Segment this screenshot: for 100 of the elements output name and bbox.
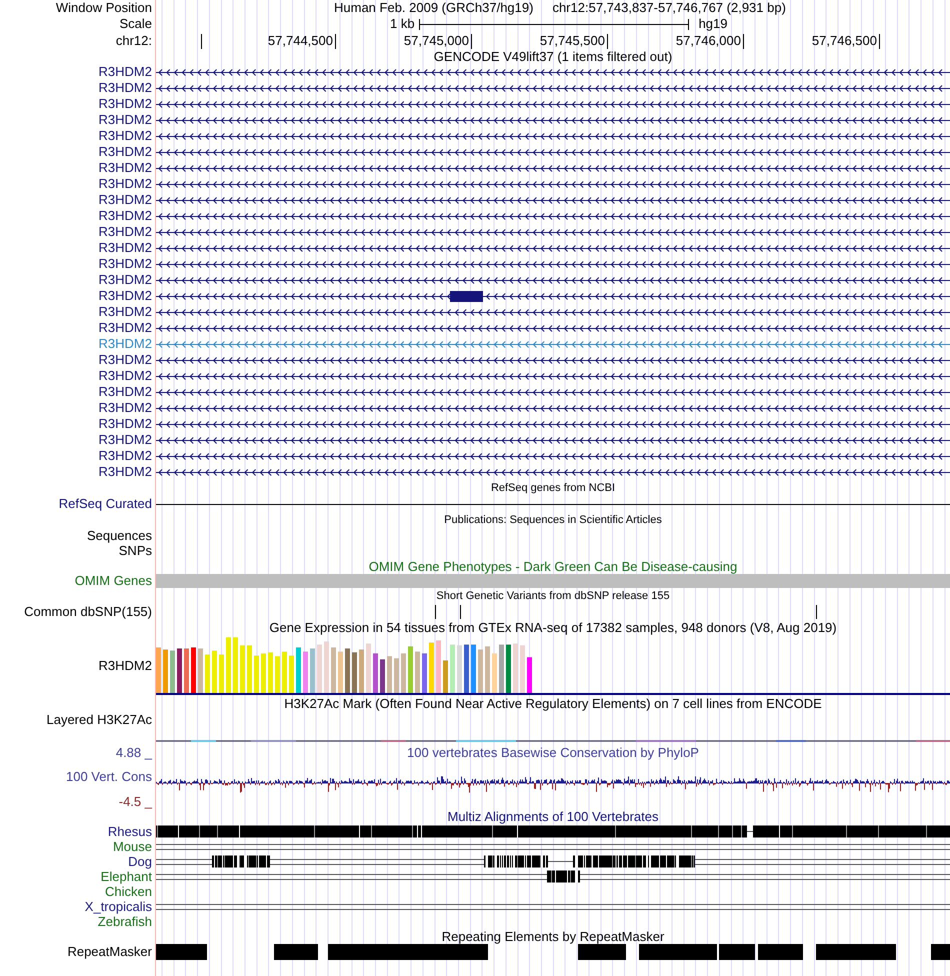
expression-bar [324, 641, 329, 693]
expression-bar [184, 648, 189, 693]
ruler-tick [471, 34, 472, 48]
expression-bar [366, 644, 371, 693]
gene-label[interactable]: R3HDM2 [98, 449, 152, 463]
expression-bar [338, 652, 343, 693]
gene-label[interactable]: R3HDM2 [98, 321, 152, 335]
track-label[interactable]: Common dbSNP(155) [24, 605, 152, 619]
expression-bar [415, 652, 420, 693]
gene-label[interactable]: R3HDM2 [98, 337, 152, 351]
axis-min-label: -4.5 _ [118, 794, 152, 808]
scale-length: 1 kb [390, 17, 415, 31]
axis-max-label: 4.88 _ [116, 746, 152, 760]
species-label[interactable]: Dog [128, 854, 152, 868]
gap-line [156, 859, 212, 865]
track-label[interactable]: 100 Vert. Cons [66, 770, 152, 784]
scale-label: Scale [119, 17, 152, 31]
expression-bar [499, 644, 504, 693]
expression-bar [471, 644, 476, 693]
expression-bar [219, 654, 224, 693]
repeat-block [758, 944, 803, 960]
track-title: Gene Expression in 54 tissues from GTEx RNA-seq of 17382 samples, 948 donors (V8, Aug 2019) [269, 621, 837, 635]
gene-label[interactable]: R3HDM2 [98, 209, 152, 223]
expression-bar [492, 653, 497, 693]
gap-line [746, 831, 754, 832]
track-label[interactable]: RepeatMasker [67, 945, 152, 959]
track-title: Multiz Alignments of 100 Vertebrates [447, 810, 658, 824]
species-label[interactable]: Chicken [105, 884, 152, 898]
expression-bar [373, 653, 378, 693]
gene-label[interactable]: R3HDM2 [98, 145, 152, 159]
track-label[interactable]: Sequences [86, 528, 152, 542]
expression-bar [457, 645, 462, 693]
repeat-block [578, 944, 626, 960]
gene-label[interactable]: R3HDM2 [98, 193, 152, 207]
gene-label[interactable]: R3HDM2 [98, 289, 152, 303]
gene-label[interactable]: R3HDM2 [98, 177, 152, 191]
gene-label[interactable]: R3HDM2 [98, 97, 152, 111]
gene-label[interactable]: R3HDM2 [98, 81, 152, 95]
alignment-block [484, 856, 548, 868]
gene-label[interactable]: R3HDM2 [98, 161, 152, 175]
variant-tick [816, 605, 817, 619]
gene-label[interactable]: R3HDM2 [98, 305, 152, 319]
gene-label[interactable]: R3HDM2 [98, 433, 152, 447]
expression-bar [443, 660, 448, 693]
gene-label[interactable]: R3HDM2 [98, 401, 152, 415]
expression-bar [233, 637, 238, 693]
gene-label[interactable]: R3HDM2 [98, 129, 152, 143]
track-title: GENCODE V49lift37 (1 items filtered out) [434, 50, 672, 64]
track-label[interactable]: RefSeq Curated [58, 497, 152, 511]
gene-label[interactable]: R3HDM2 [98, 385, 152, 399]
expression-bar [429, 642, 434, 693]
expression-bar [261, 653, 266, 693]
position-label: Window Position [56, 1, 152, 15]
track-label[interactable]: Layered H3K27Ac [46, 713, 152, 727]
expression-bar [240, 645, 245, 693]
track-title: Short Genetic Variants from dbSNP release 155 [436, 589, 670, 603]
gene-label[interactable]: R3HDM2 [98, 65, 152, 79]
track-title: Publications: Sequences in Scientific Articles [444, 513, 662, 527]
ruler-label: 57,745,000 [404, 34, 469, 48]
gene-label[interactable]: R3HDM2 [98, 257, 152, 271]
species-label[interactable]: Rhesus [108, 824, 152, 838]
species-label[interactable]: Zebrafish [98, 914, 152, 928]
gene-label[interactable]: R3HDM2 [98, 241, 152, 255]
gene-label[interactable]: R3HDM2 [98, 417, 152, 431]
gene-label[interactable]: R3HDM2 [98, 113, 152, 127]
gene-label[interactable]: R3HDM2 [98, 465, 152, 479]
alignment-block [212, 856, 270, 868]
expression-bar [156, 647, 161, 693]
gene-label[interactable]: R3HDM2 [98, 273, 152, 287]
expression-bar [268, 652, 273, 693]
expression-bar [408, 646, 413, 693]
repeat-block [719, 944, 755, 960]
expression-bar [380, 659, 385, 693]
expression-bar [401, 653, 406, 693]
expression-bar [352, 652, 357, 693]
scale-assembly: hg19 [698, 17, 728, 31]
ruler-tick [743, 34, 744, 48]
track-title: RefSeq genes from NCBI [490, 481, 616, 495]
repeat-block [156, 944, 207, 960]
assembly-name: Human Feb. 2009 (GRCh37/hg19) [334, 1, 534, 15]
expression-bar [289, 655, 294, 693]
track-label[interactable]: R3HDM2 [98, 658, 152, 672]
track-label[interactable]: OMIM Genes [74, 574, 152, 588]
expression-bar [422, 653, 427, 693]
gene-label[interactable]: R3HDM2 [98, 353, 152, 367]
expression-bar [527, 657, 532, 693]
chromosome-label: chr12: [116, 34, 152, 48]
species-label[interactable]: Elephant [100, 870, 152, 884]
expression-bar [177, 648, 182, 693]
expression-bar [506, 644, 511, 693]
expression-bar [275, 656, 280, 693]
species-label[interactable]: X_tropicalis [84, 900, 152, 914]
alignment-block [547, 870, 580, 882]
gene-label[interactable]: R3HDM2 [98, 225, 152, 239]
ruler-tick [607, 34, 608, 48]
expression-bar [331, 647, 336, 693]
gene-label[interactable]: R3HDM2 [98, 369, 152, 383]
species-label[interactable]: Mouse [112, 840, 152, 854]
track-label[interactable]: SNPs [118, 544, 152, 558]
expression-bar [345, 648, 350, 693]
